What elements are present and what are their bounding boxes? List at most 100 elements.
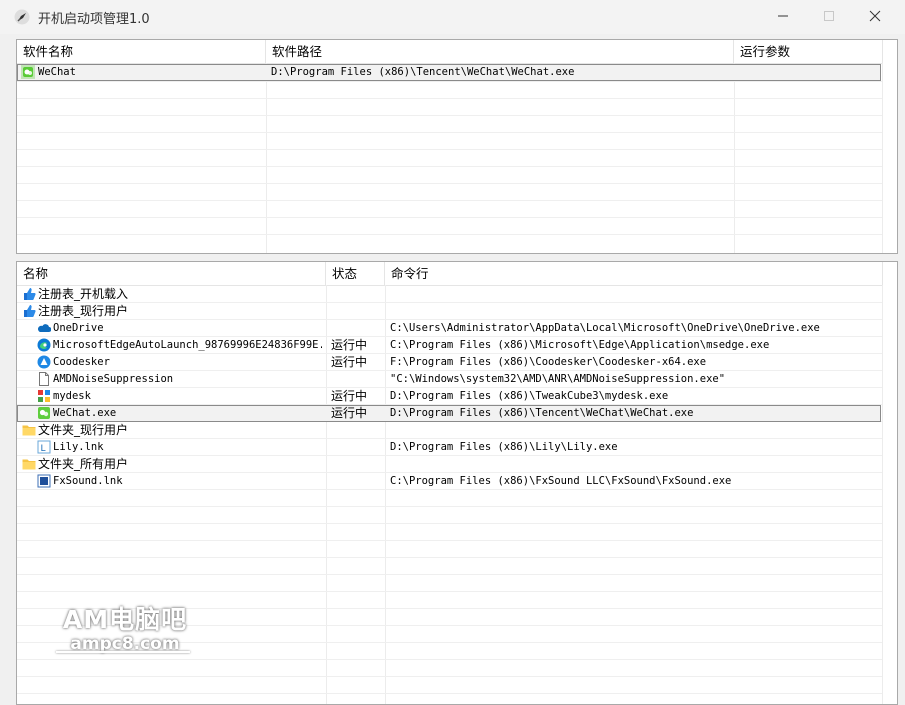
item-name: WeChat.exe — [53, 407, 117, 419]
column-header-name[interactable]: 名称 — [17, 262, 326, 285]
file-icon — [37, 372, 51, 386]
item-status — [331, 371, 383, 388]
column-header-status[interactable]: 状态 — [326, 262, 385, 285]
grid-line — [17, 574, 882, 575]
item-command-line: C:\Program Files (x86)\FxSound LLC\FxSou… — [390, 475, 732, 487]
grid-line — [17, 149, 882, 150]
app-rocket-icon — [14, 9, 30, 25]
item-name: 文件夹_现行用户 — [38, 423, 129, 437]
top-table-header: 软件名称 软件路径 运行参数 — [17, 40, 883, 64]
item-name: FxSound.lnk — [53, 475, 123, 487]
tree-item-row[interactable]: Coodesker 运行中 F:\Program Files (x86)\Coode… — [17, 354, 881, 371]
software-name: WeChat — [38, 66, 76, 78]
grid-line — [17, 506, 882, 507]
grid-line — [17, 523, 882, 524]
item-command-line: D:\Program Files (x86)\Lily\Lily.exe — [390, 441, 618, 453]
item-command-line — [390, 456, 880, 473]
grid-line — [17, 200, 882, 201]
item-status — [331, 286, 383, 303]
title-bar: 开机启动项管理1.0 — [0, 0, 905, 34]
item-name: MicrosoftEdgeAutoLaunch_98769996E24836F9… — [53, 339, 322, 351]
thumb-icon — [22, 287, 36, 301]
vertical-scrollbar[interactable] — [883, 262, 897, 704]
item-name: OneDrive — [53, 322, 104, 334]
item-name: 文件夹_所有用户 — [38, 457, 129, 471]
item-name: AMDNoiseSuppression — [53, 373, 174, 385]
tree-group-node[interactable]: 注册表_现行用户 — [17, 303, 881, 320]
startup-items-tree[interactable]: 名称 状态 命令行 注册表_开机载入 注册表_现行用户 OneDrive C:\Use… — [16, 261, 898, 705]
vertical-scrollbar[interactable] — [883, 40, 897, 253]
wechat-icon — [21, 65, 35, 79]
grid-line — [17, 234, 882, 235]
run-params — [739, 64, 879, 81]
software-path: D:\Program Files (x86)\Tencent\WeChat\We… — [271, 66, 575, 78]
tree-item-row[interactable]: mydesk 运行中 D:\Program Files (x86)\TweakCub… — [17, 388, 881, 405]
item-command-line: D:\Program Files (x86)\TweakCube3\mydesk… — [390, 390, 669, 402]
tree-item-row[interactable]: OneDrive C:\Users\Administrator\AppData\L… — [17, 320, 881, 337]
tree-item-row[interactable]: MicrosoftEdgeAutoLaunch_98769996E24836F9… — [17, 337, 881, 354]
watermark-underline — [56, 651, 190, 653]
item-name: Lily.lnk — [53, 441, 104, 453]
item-status: 运行中 — [331, 389, 368, 403]
tree-group-node[interactable]: 文件夹_所有用户 — [17, 456, 881, 473]
window-title: 开机启动项管理1.0 — [38, 12, 150, 27]
folder-icon — [22, 423, 36, 437]
item-name: 注册表_现行用户 — [38, 304, 129, 318]
tree-item-row[interactable]: FxSound.lnk C:\Program Files (x86)\FxSoun… — [17, 473, 881, 490]
item-status — [331, 320, 383, 337]
item-command-line — [390, 303, 880, 320]
column-header-command-line[interactable]: 命令行 — [385, 262, 883, 285]
folder-icon — [22, 457, 36, 471]
tree-item-row[interactable]: WeChat.exe 运行中 D:\Program Files (x86)\Tenc… — [17, 405, 881, 422]
fxsound-icon — [37, 474, 51, 488]
grid-line — [17, 557, 882, 558]
edge-icon — [37, 338, 51, 352]
item-status — [331, 303, 383, 320]
close-button[interactable] — [852, 0, 898, 32]
grid-line — [17, 81, 882, 82]
lily-icon: L — [37, 440, 51, 454]
tree-group-node[interactable]: 注册表_开机载入 — [17, 286, 881, 303]
grid-line — [17, 659, 882, 660]
grid-line — [17, 591, 882, 592]
coodesker-icon — [37, 355, 51, 369]
startup-software-list[interactable]: 软件名称 软件路径 运行参数 WeChat D:\Program Files (… — [16, 39, 898, 254]
grid-line — [17, 115, 882, 116]
item-status — [331, 422, 383, 439]
maximize-button[interactable] — [806, 0, 852, 32]
item-command-line — [390, 286, 880, 303]
item-status: 运行中 — [331, 355, 368, 369]
item-name: mydesk — [53, 390, 91, 402]
item-status — [331, 456, 383, 473]
item-status — [331, 473, 383, 490]
svg-text:L: L — [41, 444, 46, 454]
grid-line — [17, 676, 882, 677]
grid-line — [17, 217, 882, 218]
minimize-icon — [778, 15, 788, 17]
bottom-table-header: 名称 状态 命令行 — [17, 262, 883, 286]
item-command-line: "C:\Windows\system32\AMD\ANR\AMDNoiseSup… — [390, 373, 726, 385]
close-icon — [869, 10, 881, 22]
item-name: Coodesker — [53, 356, 110, 368]
minimize-button[interactable] — [760, 0, 806, 32]
maximize-icon — [824, 11, 834, 21]
grid-line — [17, 183, 882, 184]
tree-group-node[interactable]: 文件夹_现行用户 — [17, 422, 881, 439]
item-command-line: D:\Program Files (x86)\Tencent\WeChat\We… — [390, 407, 694, 419]
grid-line — [17, 540, 882, 541]
column-header-software-name[interactable]: 软件名称 — [17, 40, 266, 63]
item-status: 运行中 — [331, 406, 368, 420]
column-header-run-params[interactable]: 运行参数 — [734, 40, 883, 63]
column-header-software-path[interactable]: 软件路径 — [266, 40, 734, 63]
thumb-icon — [22, 304, 36, 318]
grid-line — [17, 693, 882, 694]
mydesk-icon — [37, 389, 51, 403]
item-command-line: C:\Users\Administrator\AppData\Local\Mic… — [390, 322, 820, 334]
item-status: 运行中 — [331, 338, 368, 352]
wechat-icon — [37, 406, 51, 420]
grid-line — [17, 608, 882, 609]
table-row[interactable]: WeChat D:\Program Files (x86)\Tencent\We… — [17, 64, 881, 81]
grid-line — [17, 132, 882, 133]
tree-item-row[interactable]: AMDNoiseSuppression "C:\Windows\system32\… — [17, 371, 881, 388]
tree-item-row[interactable]: L Lily.lnk D:\Program Files (x86)\Lily\Lil… — [17, 439, 881, 456]
